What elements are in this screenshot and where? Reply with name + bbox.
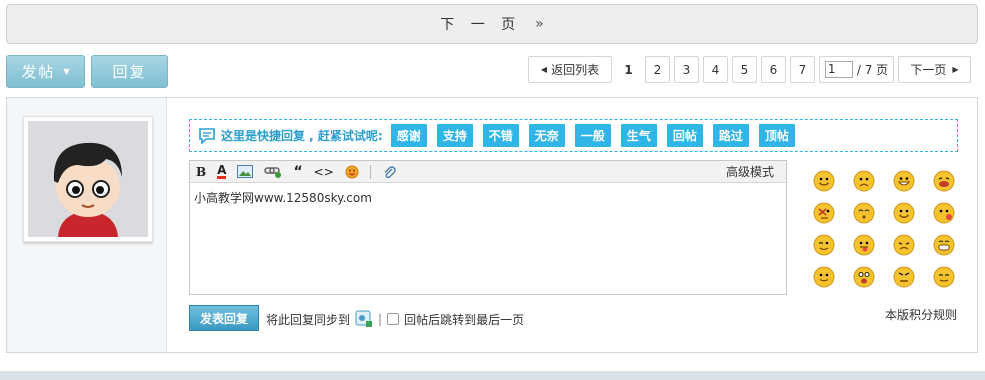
sync-separator: | bbox=[378, 312, 383, 326]
quick-reply-good[interactable]: 不错 bbox=[482, 124, 519, 147]
quick-reply-support[interactable]: 支持 bbox=[436, 124, 473, 147]
quick-reply-passby[interactable]: 路过 bbox=[712, 124, 749, 147]
page-jump: 1 / 7 页 bbox=[819, 56, 894, 83]
mad-face-icon[interactable] bbox=[893, 266, 915, 288]
big-grin-icon[interactable] bbox=[933, 234, 955, 256]
page-link-5[interactable]: 5 bbox=[732, 56, 757, 83]
quote-button[interactable]: “ bbox=[293, 164, 302, 180]
grin-icon[interactable] bbox=[893, 170, 915, 192]
page-link-7[interactable]: 7 bbox=[790, 56, 815, 83]
code-button[interactable]: <> bbox=[314, 164, 334, 180]
reply-label: 回复 bbox=[112, 63, 147, 81]
quick-reply-bump[interactable]: 顶帖 bbox=[758, 124, 795, 147]
kiss-face-icon[interactable] bbox=[933, 202, 955, 224]
cry-face-icon[interactable] bbox=[893, 234, 915, 256]
emoji-icon[interactable] bbox=[345, 164, 359, 180]
quick-reply-average[interactable]: 一般 bbox=[574, 124, 611, 147]
jump-last-page-checkbox[interactable] bbox=[387, 313, 400, 325]
bold-button[interactable]: B bbox=[196, 164, 206, 180]
caret-down-icon: ▼ bbox=[63, 67, 70, 76]
back-to-list-button[interactable]: ◀ 返回列表 bbox=[528, 56, 612, 83]
user-column bbox=[7, 98, 167, 352]
next-page-bar[interactable]: 下 一 页 » bbox=[6, 4, 978, 44]
smile-icon[interactable] bbox=[813, 170, 835, 192]
next-page-label: 下 一 页 bbox=[440, 17, 522, 33]
editor-toolbar: B A “ <> 高级模式 bbox=[190, 161, 786, 183]
attachment-icon[interactable] bbox=[382, 164, 396, 180]
angry-face-icon[interactable] bbox=[813, 202, 835, 224]
quick-reply-prompt: 这里是快捷回复 , 赶紧试试呢: bbox=[221, 129, 383, 143]
new-post-label: 发帖 bbox=[21, 63, 56, 81]
jump-last-page-label: 回帖后跳转到最后一页 bbox=[404, 312, 525, 327]
back-to-list-label: 返回列表 bbox=[551, 63, 600, 77]
reply-panel: 这里是快捷回复 , 赶紧试试呢: 感谢 支持 不错 无奈 一般 生气 回帖 路过… bbox=[6, 97, 978, 353]
quick-reply-reply[interactable]: 回帖 bbox=[666, 124, 703, 147]
advanced-mode-link[interactable]: 高级模式 bbox=[726, 163, 774, 180]
page-link-1[interactable]: 1 bbox=[616, 56, 641, 83]
reply-editor: B A “ <> 高级模式 小高教学网www.12580sky.com bbox=[189, 160, 787, 295]
page-total-label: / 7 页 bbox=[856, 63, 889, 77]
font-color-icon: A bbox=[217, 163, 227, 179]
next-page-button-label: 下一页 bbox=[910, 63, 947, 77]
wink-face-icon[interactable] bbox=[813, 234, 835, 256]
sync-options: 将此回复同步到 | 回帖后跳转到最后一页 bbox=[266, 310, 524, 328]
page-bottom-border bbox=[0, 371, 985, 380]
blush-face-icon[interactable] bbox=[813, 266, 835, 288]
next-page-button[interactable]: 下一页 ▶ bbox=[898, 56, 971, 83]
double-chevron-right-icon: » bbox=[535, 16, 544, 32]
quick-reply-thanks[interactable]: 感谢 bbox=[390, 124, 427, 147]
page-link-2[interactable]: 2 bbox=[645, 56, 670, 83]
reply-button[interactable]: 回复 bbox=[91, 55, 168, 88]
image-icon[interactable] bbox=[237, 164, 254, 180]
avatar[interactable] bbox=[23, 116, 153, 242]
toolbar-divider bbox=[369, 164, 371, 179]
avatar-image bbox=[28, 121, 148, 237]
tongue-face-icon[interactable] bbox=[853, 234, 875, 256]
shy-face-icon[interactable] bbox=[853, 202, 875, 224]
quick-reply-helpless[interactable]: 无奈 bbox=[528, 124, 565, 147]
triangle-right-icon: ▶ bbox=[952, 65, 959, 74]
reply-textarea[interactable]: 小高教学网www.12580sky.com bbox=[190, 183, 786, 212]
page-link-4[interactable]: 4 bbox=[703, 56, 728, 83]
sleepy-face-icon[interactable] bbox=[933, 266, 955, 288]
credit-rules-link[interactable]: 本版积分规则 bbox=[885, 306, 957, 323]
sync-label: 将此回复同步到 bbox=[266, 312, 351, 327]
laugh-icon[interactable] bbox=[933, 170, 955, 192]
sync-weibo-icon[interactable] bbox=[355, 310, 373, 328]
quick-reply-angry[interactable]: 生气 bbox=[620, 124, 657, 147]
page-link-3[interactable]: 3 bbox=[674, 56, 699, 83]
chat-bubble-icon bbox=[199, 127, 215, 144]
page-link-6[interactable]: 6 bbox=[761, 56, 786, 83]
triangle-left-icon: ◀ bbox=[540, 65, 548, 74]
page-jump-input[interactable]: 1 bbox=[824, 61, 853, 78]
quick-reply-bar: 这里是快捷回复 , 赶紧试试呢: 感谢 支持 不错 无奈 一般 生气 回帖 路过… bbox=[189, 119, 958, 152]
happy-face-icon[interactable] bbox=[893, 202, 915, 224]
new-post-button[interactable]: 发帖 ▼ bbox=[6, 55, 85, 88]
sad-face-icon[interactable] bbox=[853, 170, 875, 192]
link-icon[interactable] bbox=[264, 164, 282, 180]
font-color-button[interactable]: A bbox=[217, 163, 227, 180]
shocked-face-icon[interactable] bbox=[853, 266, 875, 288]
pagination: ◀ 返回列表 1 2 3 4 5 6 7 1 / 7 页 下一页 ▶ bbox=[528, 56, 971, 83]
submit-reply-button[interactable]: 发表回复 bbox=[189, 305, 259, 331]
smiley-panel bbox=[813, 170, 963, 288]
